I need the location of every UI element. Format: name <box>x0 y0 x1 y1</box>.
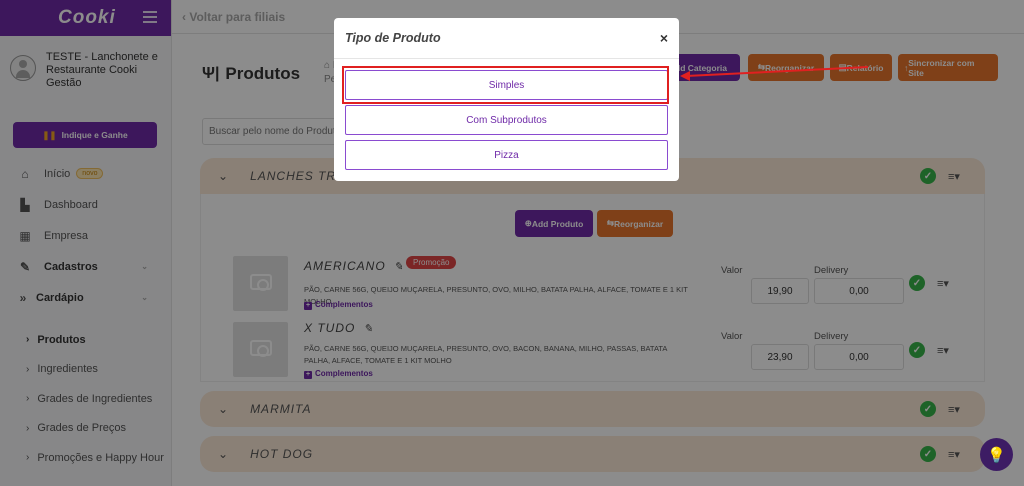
close-icon[interactable]: × <box>660 30 668 46</box>
lightbulb-help-button[interactable]: 💡 <box>980 438 1013 471</box>
modal-title: Tipo de Produto <box>345 31 441 45</box>
annotation-arrow <box>680 66 869 81</box>
highlight-box <box>342 66 669 104</box>
pizza-option-button[interactable]: Pizza <box>345 140 668 170</box>
lightbulb-icon: 💡 <box>987 446 1006 464</box>
com-subprodutos-option-button[interactable]: Com Subprodutos <box>345 105 668 135</box>
modal-divider <box>334 58 679 59</box>
